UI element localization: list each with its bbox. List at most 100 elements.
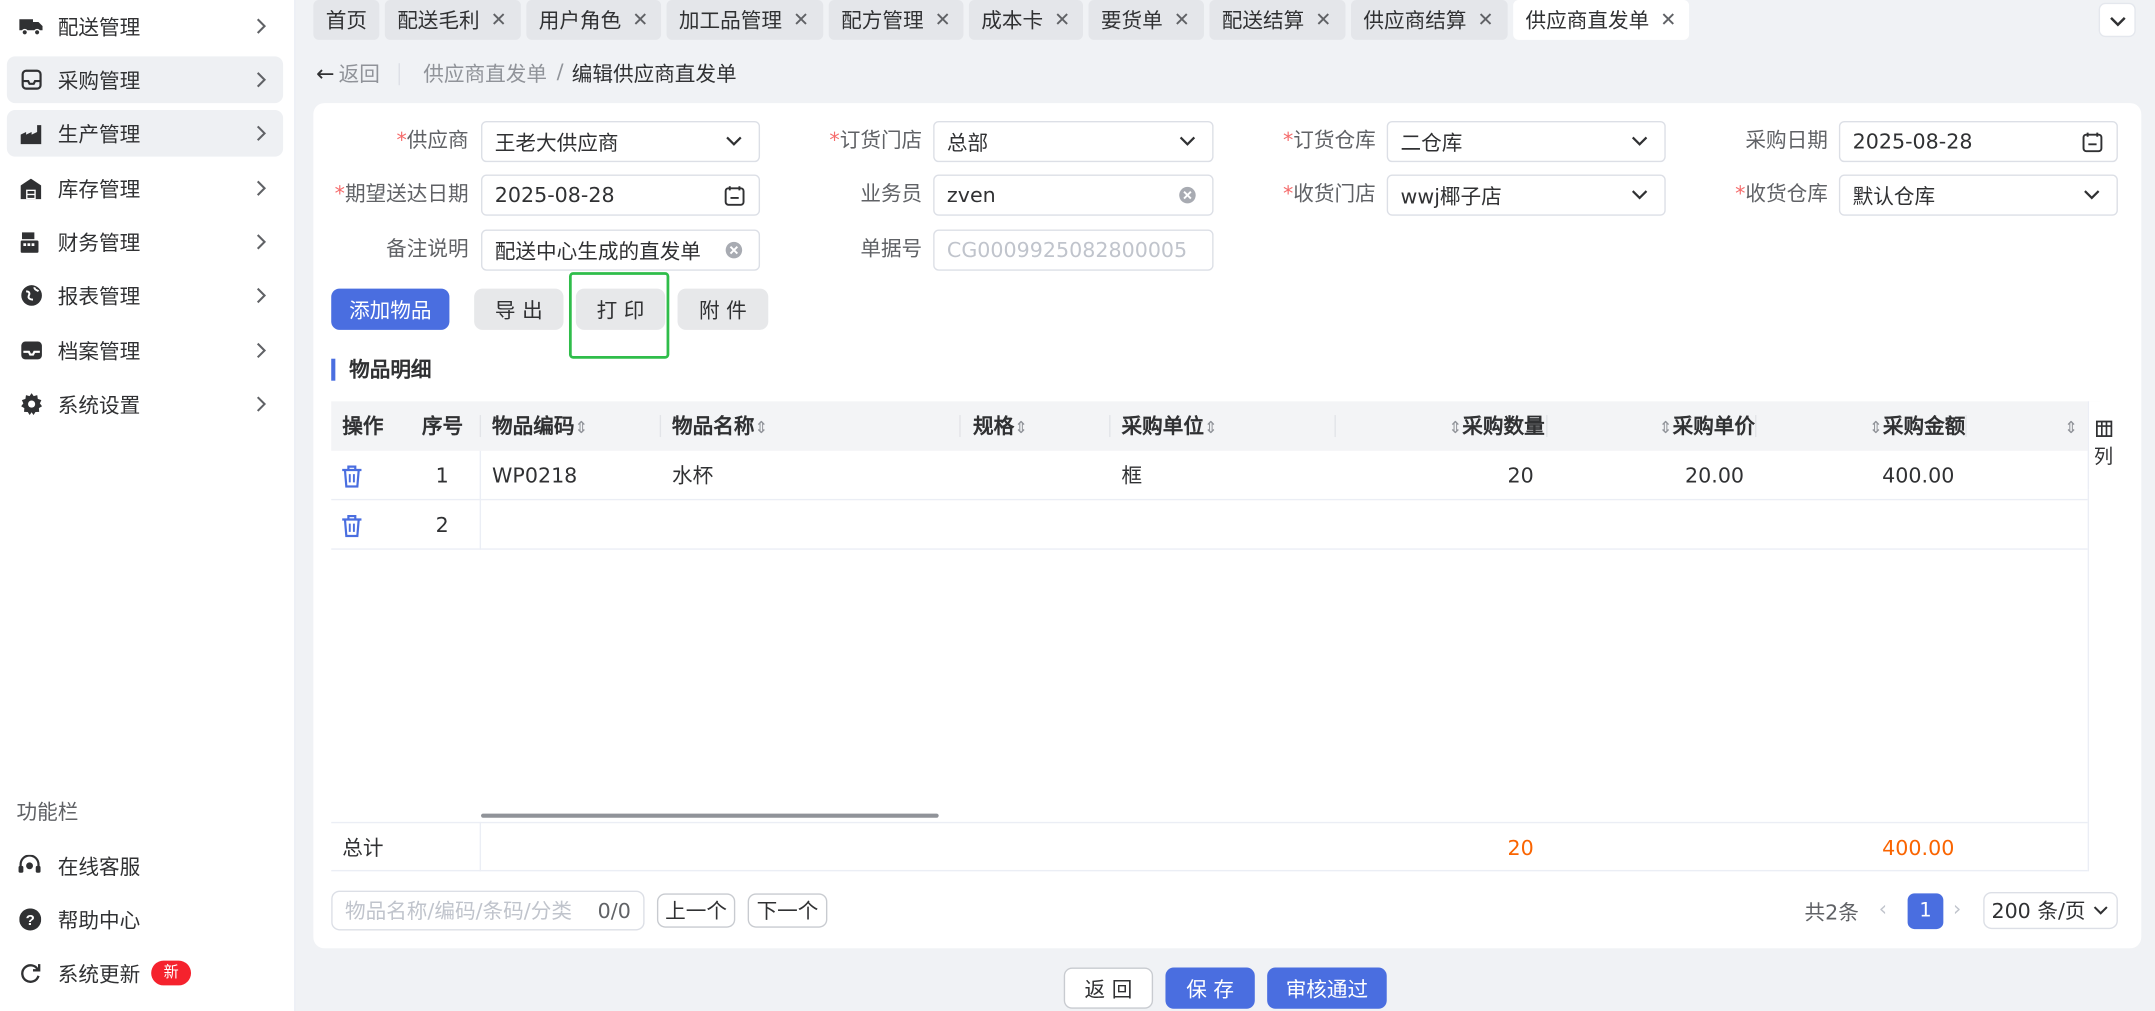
summary-amount: 400.00 <box>1882 835 1955 861</box>
tab-delivery-margin[interactable]: 配送毛利 ✕ <box>384 0 521 40</box>
sort-icon[interactable]: ⇕ <box>1659 418 1673 437</box>
approve-button[interactable]: 审核通过 <box>1267 967 1387 1009</box>
return-button[interactable]: 返 回 <box>1063 967 1154 1009</box>
tabs-more-button[interactable] <box>2098 2 2136 38</box>
tab-home[interactable]: 首页 <box>313 0 380 40</box>
supplier-select[interactable]: 王老大供应商 <box>481 120 761 163</box>
sidebar-item-label: 配送管理 <box>57 14 141 40</box>
sidebar-item-inventory[interactable]: 库存管理 <box>7 165 283 212</box>
help-center-link[interactable]: ? 帮助中心 <box>7 897 283 941</box>
horizontal-scrollbar[interactable] <box>481 813 939 818</box>
tab-delivery-settlement[interactable]: 配送结算 ✕ <box>1209 0 1346 40</box>
trash-icon[interactable] <box>341 502 363 551</box>
cell-price[interactable]: 20.00 <box>1685 451 1744 500</box>
sidebar: 配送管理 采购管理 生产管理 库存管理 财务管理 报表管理 档案管理 系统设置 … <box>0 0 296 1011</box>
sidebar-item-label: 报表管理 <box>57 283 141 309</box>
back-link[interactable]: ← 返回 <box>316 59 380 88</box>
col-divider <box>1109 415 1111 438</box>
sort-icon[interactable]: ⇕ <box>2064 418 2078 437</box>
cell-qty[interactable]: 20 <box>1508 451 1534 500</box>
tab-processed-goods[interactable]: 加工品管理 ✕ <box>666 0 824 40</box>
salesman-input[interactable]: zven <box>933 174 1214 216</box>
summary-label: 总计 <box>342 835 384 861</box>
attachment-button[interactable]: 附 件 <box>677 288 769 330</box>
recv-warehouse-select[interactable]: 默认仓库 <box>1838 174 2118 216</box>
order-store-select[interactable]: 总部 <box>933 120 1214 163</box>
sidebar-item-delivery[interactable]: 配送管理 <box>7 3 283 50</box>
table-row: 2 <box>331 500 2088 551</box>
order-store-label: *订货门店 <box>829 127 923 153</box>
page-1-button[interactable]: 1 <box>1907 893 1944 930</box>
sidebar-item-label: 档案管理 <box>57 338 141 364</box>
col-qty[interactable]: ⇕采购数量 <box>1448 401 1544 450</box>
item-search-input[interactable]: 物品名称/编码/条码/分类 0/0 <box>331 890 645 931</box>
order-warehouse-select[interactable]: 二仓库 <box>1386 120 1666 163</box>
sort-icon[interactable]: ⇕ <box>1204 418 1218 437</box>
tab-supplier-settlement[interactable]: 供应商结算 ✕ <box>1350 0 1508 40</box>
tab-requisition[interactable]: 要货单 ✕ <box>1088 0 1204 40</box>
sidebar-item-label: 系统设置 <box>57 392 141 418</box>
sort-icon[interactable]: ⇕ <box>1014 418 1028 437</box>
export-button[interactable]: 导 出 <box>474 288 564 330</box>
breadcrumb-parent[interactable]: 供应商直发单 <box>423 59 547 88</box>
close-icon[interactable]: ✕ <box>935 9 951 31</box>
tab-label: 用户角色 <box>538 8 622 33</box>
purchase-date-picker[interactable]: 2025-08-28 <box>1838 120 2118 163</box>
tab-cost-card[interactable]: 成本卡 ✕ <box>968 0 1083 40</box>
clear-icon[interactable] <box>723 239 745 261</box>
sort-icon[interactable]: ⇕ <box>1448 418 1462 437</box>
add-item-button[interactable]: 添加物品 <box>331 288 450 330</box>
close-icon[interactable]: ✕ <box>1054 9 1070 31</box>
tab-user-roles[interactable]: 用户角色 ✕ <box>526 0 662 40</box>
truck-icon <box>19 14 43 37</box>
divider <box>398 63 400 86</box>
system-update-link[interactable]: 系统更新 新 <box>7 951 283 995</box>
prev-match-button[interactable]: 上一个 <box>656 893 736 928</box>
page-size-select[interactable]: 200 条/页 <box>1983 891 2118 930</box>
col-more[interactable]: ⇕ <box>2064 401 2078 450</box>
sidebar-item-production[interactable]: 生产管理 <box>6 109 284 157</box>
close-icon[interactable]: ✕ <box>1477 9 1493 31</box>
col-price[interactable]: ⇕采购单价 <box>1659 401 1755 450</box>
clear-icon[interactable] <box>1176 184 1198 206</box>
col-code[interactable]: 物品编码⇕ <box>492 401 588 450</box>
col-amount[interactable]: ⇕采购金额 <box>1869 401 1965 450</box>
sort-icon[interactable]: ⇕ <box>1869 418 1883 437</box>
close-icon[interactable]: ✕ <box>1174 9 1190 31</box>
col-unit[interactable]: 采购单位⇕ <box>1121 401 1217 450</box>
chevron-right-icon[interactable]: › <box>1953 896 1961 921</box>
next-match-button[interactable]: 下一个 <box>747 893 828 928</box>
remark-input[interactable]: 配送中心生成的直发单 <box>481 229 761 271</box>
online-support-link[interactable]: 在线客服 <box>7 844 283 888</box>
sidebar-item-reports[interactable]: 报表管理 <box>7 272 283 319</box>
expect-date-picker[interactable]: 2025-08-28 <box>481 174 761 216</box>
column-settings-button[interactable]: 列 <box>2087 401 2118 490</box>
trash-icon[interactable] <box>341 452 363 501</box>
cell-name[interactable]: 水杯 <box>672 451 713 500</box>
tab-supplier-direct[interactable]: 供应商直发单 ✕ <box>1513 0 1690 40</box>
chevron-down-icon <box>723 131 745 153</box>
sidebar-item-finance[interactable]: 财务管理 <box>7 219 283 266</box>
cell-code[interactable]: WP0218 <box>492 451 577 500</box>
tab-label: 供应商直发单 <box>1525 8 1650 33</box>
doc-no-input[interactable]: CG0009925082800005 <box>933 229 1214 271</box>
close-icon[interactable]: ✕ <box>1660 9 1676 31</box>
sidebar-item-purchase[interactable]: 采购管理 <box>6 56 284 104</box>
close-icon[interactable]: ✕ <box>1315 9 1331 31</box>
close-icon[interactable]: ✕ <box>632 9 648 31</box>
chevron-left-icon[interactable]: ‹ <box>1879 896 1887 921</box>
recv-store-select[interactable]: wwj椰子店 <box>1386 174 1666 216</box>
sidebar-item-archive[interactable]: 档案管理 <box>7 327 283 374</box>
print-button-highlight <box>568 272 670 359</box>
cell-unit[interactable]: 框 <box>1121 451 1142 500</box>
sort-icon[interactable]: ⇕ <box>755 418 769 437</box>
col-name[interactable]: 物品名称⇕ <box>672 401 768 450</box>
save-button[interactable]: 保 存 <box>1165 967 1255 1009</box>
close-icon[interactable]: ✕ <box>491 9 507 31</box>
sort-icon[interactable]: ⇕ <box>575 418 589 437</box>
close-icon[interactable]: ✕ <box>793 9 809 31</box>
purchase-date-label: 采购日期 <box>1745 127 1828 153</box>
tab-recipe[interactable]: 配方管理 ✕ <box>828 0 964 40</box>
sidebar-item-settings[interactable]: 系统设置 <box>7 381 283 428</box>
col-spec[interactable]: 规格⇕ <box>973 401 1028 450</box>
